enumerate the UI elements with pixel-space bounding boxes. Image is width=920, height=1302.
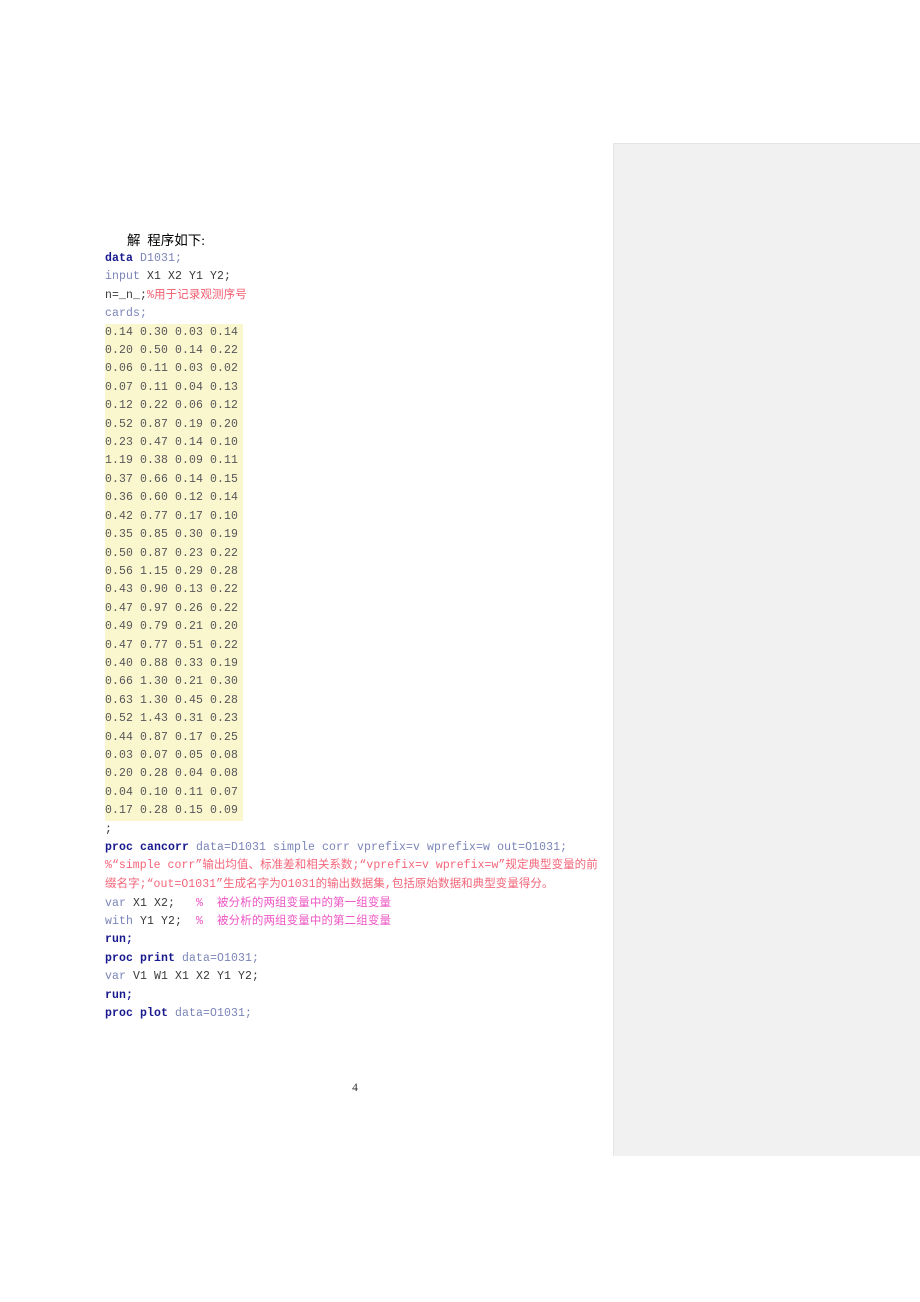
data-row: 0.63 1.30 0.45 0.28 bbox=[105, 691, 243, 711]
data-row: 0.42 0.77 0.17 0.10 bbox=[105, 507, 243, 527]
code-line-proc-print: proc print data=O1031; bbox=[105, 950, 610, 968]
data-row: 0.14 0.30 0.03 0.14 bbox=[105, 323, 243, 343]
code-line-var1: var X1 X2; % 被分析的两组变量中的第一组变量 bbox=[105, 895, 610, 913]
data-row: 0.06 0.11 0.03 0.02 bbox=[105, 360, 243, 379]
keyword-run-1: run; bbox=[105, 933, 134, 947]
plot-options: data=O1031; bbox=[168, 1007, 253, 1021]
keyword-with: with bbox=[105, 915, 134, 928]
code-line-input: input X1 X2 Y1 Y2; bbox=[105, 268, 610, 286]
page-number: 4 bbox=[352, 1082, 358, 1094]
cancorr-comment: %“simple corr”输出均值、标准差和相关系数;“vprefix=v w… bbox=[105, 859, 598, 891]
with-comment: % 被分析的两组变量中的第二组变量 bbox=[196, 915, 392, 928]
code-line-terminator: ; bbox=[105, 822, 113, 836]
data-row: 0.37 0.66 0.14 0.15 bbox=[105, 470, 243, 490]
keyword-data: data bbox=[105, 252, 134, 265]
data-row: 0.40 0.88 0.33 0.19 bbox=[105, 654, 243, 674]
code-line-data: data D1031; bbox=[105, 250, 610, 268]
keyword-proc-print: proc print bbox=[105, 951, 176, 965]
n-assignment: n=_n_; bbox=[105, 288, 148, 302]
data-row: 0.47 0.77 0.51 0.22 bbox=[105, 636, 243, 655]
sas-code-block: 解 程序如下: data D1031; input X1 X2 Y1 Y2; n… bbox=[105, 232, 610, 1023]
code-line-cards: cards; bbox=[105, 305, 610, 323]
data-row: 0.49 0.79 0.21 0.20 bbox=[105, 618, 243, 637]
data-row: 0.47 0.97 0.26 0.22 bbox=[105, 599, 243, 619]
dataset-name-d1031: D1031; bbox=[133, 252, 183, 265]
data-row: 0.36 0.60 0.12 0.14 bbox=[105, 489, 243, 508]
data-row: 0.43 0.90 0.13 0.22 bbox=[105, 581, 243, 600]
inline-data-rows: 0.14 0.30 0.03 0.14 0.20 0.50 0.14 0.22 0.… bbox=[105, 323, 610, 821]
keyword-cards: cards; bbox=[105, 307, 148, 321]
data-row: 0.12 0.22 0.06 0.12 bbox=[105, 397, 243, 416]
code-line-run-2: run; bbox=[105, 987, 610, 1005]
data-row: 0.23 0.47 0.14 0.10 bbox=[105, 434, 243, 453]
data-row: 0.20 0.28 0.04 0.08 bbox=[105, 765, 243, 784]
print-options: data=O1031; bbox=[175, 951, 260, 965]
var-list-1: X1 X2; bbox=[126, 896, 176, 910]
code-line-proc-plot: proc plot data=O1031; bbox=[105, 1005, 610, 1023]
cancorr-options: data=D1031 simple corr vprefix=v wprefix… bbox=[189, 841, 568, 854]
data-row: 0.44 0.87 0.17 0.25 bbox=[105, 728, 243, 747]
keyword-proc-cancorr: proc cancorr bbox=[105, 841, 190, 854]
data-row: 0.03 0.07 0.05 0.08 bbox=[105, 746, 243, 766]
data-row: 0.66 1.30 0.21 0.30 bbox=[105, 673, 243, 692]
code-line-with: with Y1 Y2; % 被分析的两组变量中的第二组变量 bbox=[105, 913, 610, 931]
code-line-var2: var V1 W1 X1 X2 Y1 Y2; bbox=[105, 968, 610, 986]
data-row: 0.52 0.87 0.19 0.20 bbox=[105, 415, 243, 435]
var-list-2: V1 W1 X1 X2 Y1 Y2; bbox=[126, 970, 260, 984]
code-line-proc-cancorr: proc cancorr data=D1031 simple corr vpre… bbox=[105, 839, 610, 857]
intro-line: 解 程序如下: bbox=[127, 233, 206, 248]
document-page: 解 程序如下: data D1031; input X1 X2 Y1 Y2; n… bbox=[0, 0, 920, 1302]
data-row: 1.19 0.38 0.09 0.11 bbox=[105, 452, 243, 471]
data-row: 0.52 1.43 0.31 0.23 bbox=[105, 710, 243, 729]
code-line-n: n=_n_;%用于记录观测序号 bbox=[105, 287, 610, 305]
var-comment-1: % 被分析的两组变量中的第一组变量 bbox=[196, 896, 392, 910]
n-comment: %用于记录观测序号 bbox=[147, 288, 247, 302]
data-row: 0.50 0.87 0.23 0.22 bbox=[105, 544, 243, 563]
with-list: Y1 Y2; bbox=[133, 915, 183, 928]
data-row: 0.04 0.10 0.11 0.07 bbox=[105, 783, 243, 803]
data-row: 0.07 0.11 0.04 0.13 bbox=[105, 378, 243, 398]
keyword-run-2: run; bbox=[105, 988, 134, 1002]
input-varlist: X1 X2 Y1 Y2; bbox=[140, 270, 232, 284]
keyword-var: var bbox=[105, 896, 127, 910]
keyword-var-2: var bbox=[105, 970, 127, 984]
keyword-proc-plot: proc plot bbox=[105, 1007, 169, 1021]
data-row: 0.20 0.50 0.14 0.22 bbox=[105, 342, 243, 361]
data-row: 0.17 0.28 0.15 0.09 bbox=[105, 802, 243, 821]
code-line-run-1: run; bbox=[105, 931, 610, 949]
data-row: 0.56 1.15 0.29 0.28 bbox=[105, 562, 243, 582]
keyword-input: input bbox=[105, 270, 141, 284]
data-row: 0.35 0.85 0.30 0.19 bbox=[105, 526, 243, 545]
